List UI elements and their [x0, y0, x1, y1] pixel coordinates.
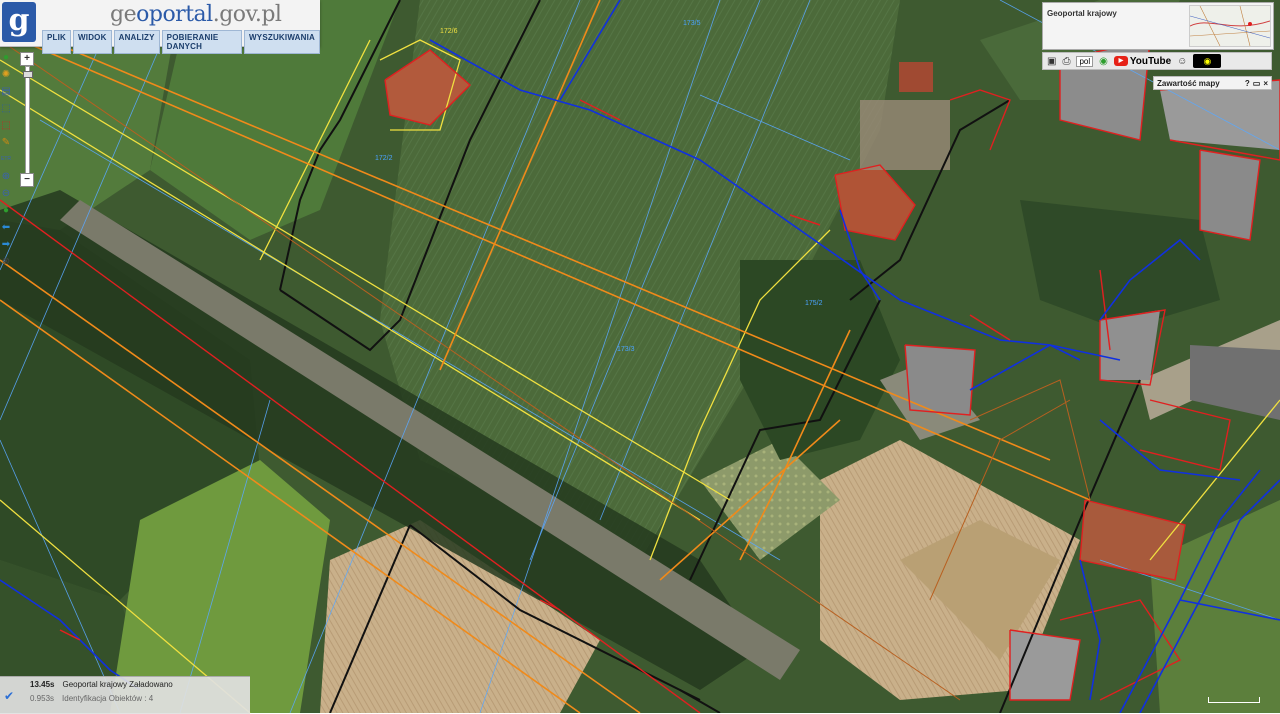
high-contrast-icon[interactable]: ◉: [1193, 54, 1222, 68]
brand-prefix: ge: [110, 2, 137, 27]
youtube-icon: ▶: [1113, 56, 1128, 66]
geoportal-logo[interactable]: g: [2, 2, 36, 42]
zoom-in-icon[interactable]: ⊕: [0, 169, 12, 183]
menu-widok[interactable]: WIDOK: [73, 30, 112, 54]
load-status: Geoportal krajowy Załadowano: [62, 680, 173, 689]
pencil-icon[interactable]: ✎: [0, 135, 12, 149]
status-line-2: 0.953s Identyfikacja Obiektów : 4: [30, 694, 153, 703]
status-line-1: 13.45s Geoportal krajowy Załadowano: [30, 680, 173, 689]
map-canvas[interactable]: 172/2 173/5 173/3 175/2 172/6: [0, 0, 1280, 713]
cancel-icon[interactable]: ⊗: [0, 254, 12, 268]
zoom-handle[interactable]: [23, 71, 33, 78]
zoom-slider[interactable]: + −: [20, 52, 34, 187]
map-contents-panel[interactable]: Zawartość mapy ? ▭ ×: [1153, 76, 1272, 90]
globe-icon[interactable]: ●: [0, 203, 12, 217]
zoom-out-button[interactable]: −: [20, 173, 34, 187]
overview-panel: Geoportal krajowy: [1042, 2, 1274, 50]
accessibility-icon[interactable]: ☺: [1177, 56, 1187, 67]
menu-analizy[interactable]: ANALIZY: [113, 30, 160, 54]
scale-bar: [1208, 697, 1260, 703]
orthophoto-map[interactable]: [0, 0, 1280, 713]
zoom-track[interactable]: [23, 66, 33, 174]
identify-status: Identyfikacja Obiektów : 4: [62, 694, 154, 703]
select-icon[interactable]: ⬚: [0, 101, 12, 115]
menu-pobieranie-danych[interactable]: POBIERANIE DANYCH: [161, 30, 243, 54]
brand-suffix: .gov.pl: [212, 2, 282, 27]
identify-time: 0.953s: [30, 694, 55, 703]
language-select[interactable]: pol: [1076, 55, 1094, 67]
brand-title[interactable]: geoportal.gov.pl: [110, 2, 282, 27]
parcel-label: 173/3: [617, 346, 635, 353]
app-header: g geoportal.gov.pl PLIK WIDOK ANALIZY PO…: [0, 0, 320, 54]
arrow-right-icon[interactable]: ➡: [0, 237, 12, 251]
settings-icon[interactable]: ◉: [1099, 56, 1108, 67]
menu-wyszukiwania[interactable]: WYSZUKIWANIA: [244, 30, 320, 54]
minimize-icon[interactable]: ▭: [1253, 77, 1261, 90]
parcel-label: 172/2: [375, 155, 393, 162]
info-icon[interactable]: ●: [0, 50, 12, 64]
overview-title: Geoportal krajowy: [1047, 9, 1117, 18]
print-preview-icon[interactable]: ▣: [1047, 56, 1056, 67]
parcel-label: 172/6: [440, 28, 458, 35]
top-icon-bar: ▣ ⎙ pol ◉ ▶ YouTube ☺ ◉: [1042, 52, 1272, 70]
brand-accent: oportal: [136, 2, 213, 27]
parcel-label: 173/5: [683, 20, 701, 27]
check-icon: ✔: [4, 689, 15, 703]
map-contents-title: Zawartość mapy: [1157, 78, 1220, 88]
help-icon[interactable]: ?: [1245, 77, 1250, 90]
layers-icon[interactable]: ▤: [0, 84, 12, 98]
print-icon[interactable]: ⎙: [1062, 56, 1070, 67]
zoom-in-button[interactable]: +: [20, 52, 34, 66]
select-red-icon[interactable]: ⬚: [0, 118, 12, 132]
parcel-label: 175/2: [805, 300, 823, 307]
zoom-out-icon[interactable]: ⊖: [0, 186, 12, 200]
menu-plik[interactable]: PLIK: [42, 30, 72, 54]
close-icon[interactable]: ×: [1263, 77, 1268, 90]
arrow-left-icon[interactable]: ⬅: [0, 220, 12, 234]
left-toolbar: ● ✺ ▤ ⬚ ⬚ ✎ ETR ⊕ ⊖ ● ⬅ ➡ ⊗: [0, 50, 14, 268]
youtube-label: YouTube: [1129, 55, 1172, 67]
status-bar: ✔ 13.45s Geoportal krajowy Załadowano 0.…: [0, 676, 250, 714]
overview-map[interactable]: [1189, 5, 1271, 47]
youtube-link[interactable]: ▶ YouTube: [1113, 55, 1172, 67]
main-menu: PLIK WIDOK ANALIZY POBIERANIE DANYCH WYS…: [42, 30, 320, 54]
load-time: 13.45s: [30, 680, 55, 689]
sun-icon[interactable]: ✺: [0, 67, 12, 81]
etrs-icon[interactable]: ETR: [0, 152, 12, 166]
